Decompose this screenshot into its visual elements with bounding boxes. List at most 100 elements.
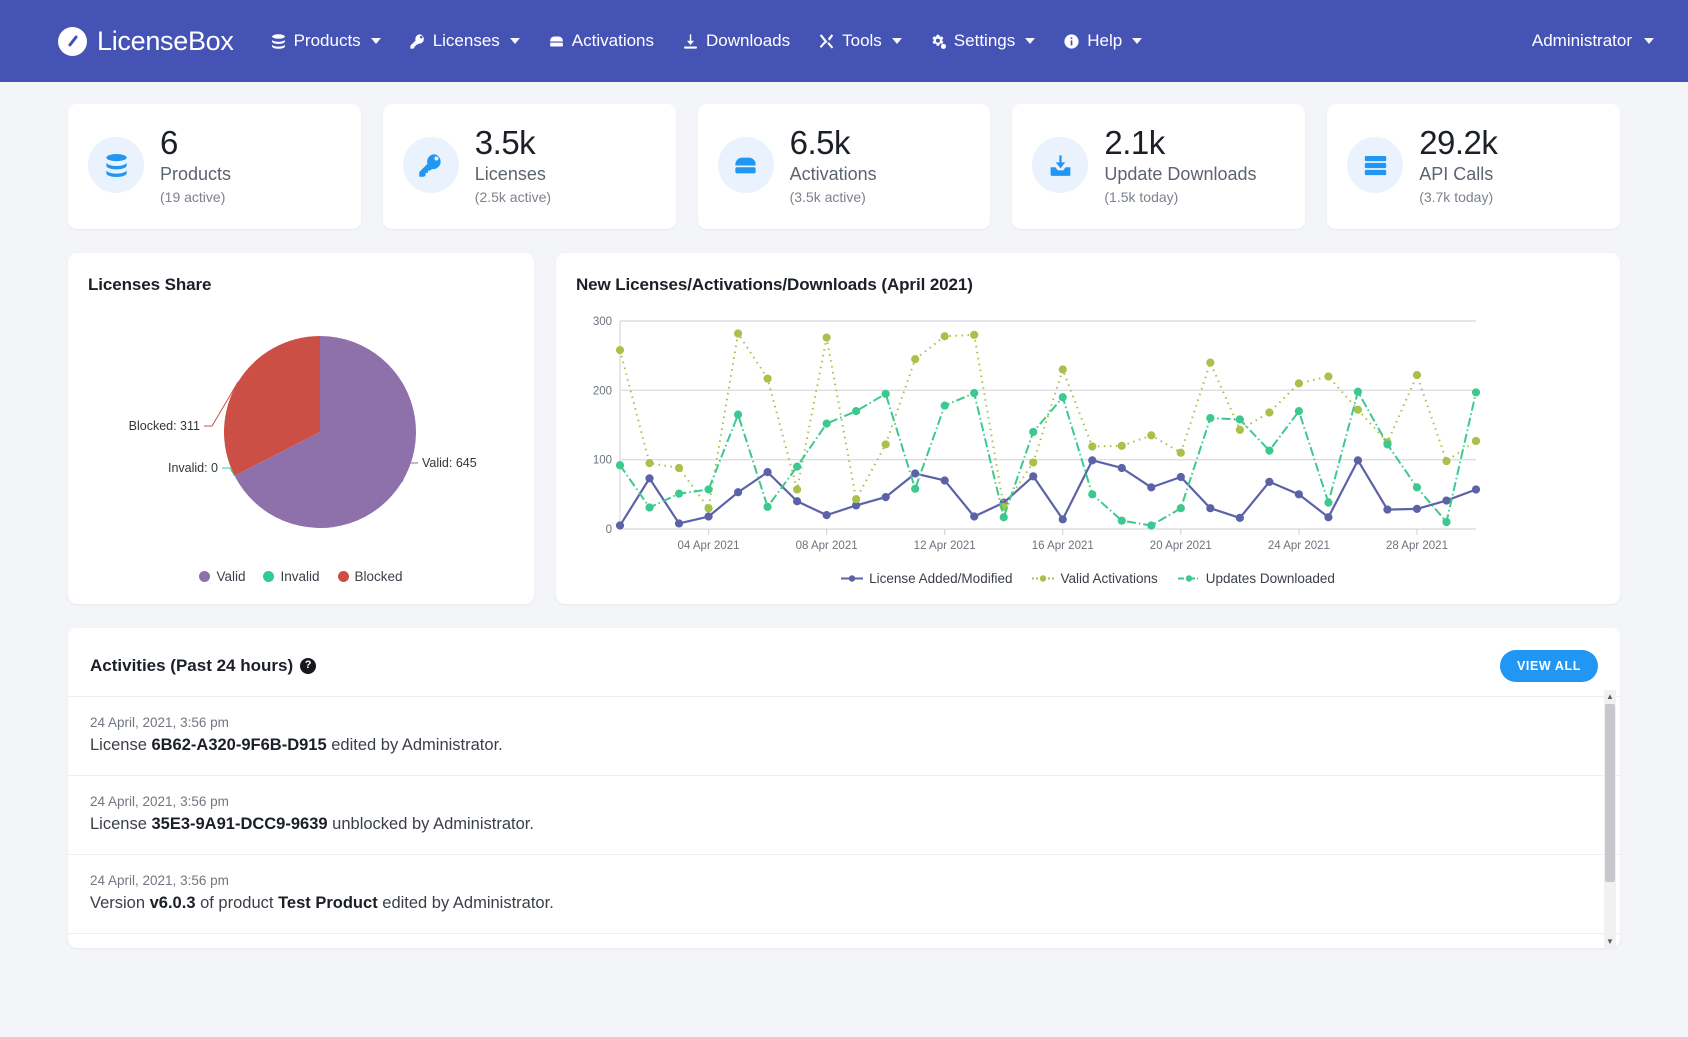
legend-item-blocked[interactable]: Blocked [337,568,403,584]
brand-logo-link[interactable]: LicenseBox [58,26,234,57]
stat-card-licenses[interactable]: 3.5k Licenses (2.5k active) [382,104,676,229]
svg-text:16 Apr 2021: 16 Apr 2021 [1032,540,1094,552]
svg-text:28 Apr 2021: 28 Apr 2021 [1386,540,1448,552]
page-body: 6 Products (19 active) 3.5k Licenses (2.… [0,82,1688,948]
nav-item-products[interactable]: Products [256,21,395,61]
line-chart-title: New Licenses/Activations/Downloads (Apri… [576,274,973,294]
legend-item-license-added-modified[interactable]: License Added/Modified [841,571,1012,586]
svg-text:24 Apr 2021: 24 Apr 2021 [1268,540,1330,552]
activity-timestamp: 24 April, 2021, 3:56 pm [90,872,229,888]
charts-row: Licenses Share Valid: 645 Invalid: 0 Block… [68,252,1620,604]
activity-text-pre: Version [90,893,150,912]
svg-text:08 Apr 2021: 08 Apr 2021 [796,540,858,552]
stat-value: 2.1k [1104,124,1165,161]
legend-item-invalid[interactable]: Invalid [263,568,320,584]
svg-text:04 Apr 2021: 04 Apr 2021 [678,540,740,552]
activity-text-pre: License [90,814,152,833]
stat-value: 29.2k [1419,124,1498,161]
activity-row[interactable]: 24 April, 2021, 3:56 pm Version v6.0.3 o… [68,855,1620,934]
stat-label: Update Downloads [1104,163,1257,184]
activities-scrollbar[interactable]: ▲ ▼ [1604,689,1616,948]
legend-label: License Added/Modified [869,570,1013,586]
stat-card-activations[interactable]: 6.5k Activations (3.5k active) [697,104,991,229]
stat-card-products[interactable]: 6 Products (19 active) [68,104,361,229]
activity-timestamp: 24 April, 2021, 3:56 pm [90,793,229,809]
chevron-down-icon [1132,38,1143,44]
stat-card-update-downloads[interactable]: 2.1k Update Downloads (1.5k today) [1012,104,1306,229]
activities-title: Activities (Past 24 hours) ? [90,656,317,676]
nav-label: Downloads [706,31,791,50]
activity-text: License 6B62-A320-9F6B-D915 edited by Ad… [90,736,1598,755]
stat-sublabel: (19 active) [160,188,226,205]
nav-label: Activations [571,31,654,50]
gears-icon [930,33,947,50]
nav-label: Tools [842,31,882,50]
legend-label: Invalid [280,568,320,584]
svg-text:100: 100 [593,454,612,466]
legend-label: Blocked [354,568,403,584]
pie-chart[interactable]: Valid: 645 Invalid: 0 Blocked: 311 [88,305,514,567]
key-icon [409,33,426,50]
question-mark-icon[interactable]: ? [300,657,317,674]
legend-line-icon [841,573,864,584]
scroll-down-arrow-icon[interactable]: ▼ [1604,935,1616,948]
nav-label: Settings [953,31,1016,50]
nav-item-tools[interactable]: Tools [804,21,916,61]
svg-text:300: 300 [593,316,612,328]
svg-text:Invalid: 0: Invalid: 0 [168,461,218,475]
svg-text:0: 0 [606,524,612,536]
stat-cards: 6 Products (19 active) 3.5k Licenses (2.… [68,104,1620,229]
activities-header: Activities (Past 24 hours) ? VIEW ALL [68,628,1620,696]
activities-list: 24 April, 2021, 3:56 pm License 6B62-A32… [68,695,1620,934]
activity-row[interactable]: 24 April, 2021, 3:56 pm License 35E3-9A9… [68,776,1620,855]
stat-sublabel: (2.5k active) [474,188,552,205]
svg-text:Blocked: 311: Blocked: 311 [129,419,200,433]
chevron-down-icon [509,38,520,44]
svg-text:20 Apr 2021: 20 Apr 2021 [1150,540,1212,552]
legend-line-icon [1032,573,1055,584]
activity-text: License 35E3-9A91-DCC9-9639 unblocked by… [90,815,1598,834]
scrollbar-thumb[interactable] [1605,703,1615,882]
stat-sublabel: (3.5k active) [789,188,866,205]
pie-chart-title: Licenses Share [88,274,212,294]
activity-text-highlight: 35E3-9A91-DCC9-9639 [151,814,328,833]
stat-sublabel: (1.5k today) [1104,188,1179,205]
activity-text-highlight: 6B62-A320-9F6B-D915 [151,735,327,754]
view-all-button[interactable]: VIEW ALL [1499,649,1598,682]
pie-legend: Valid Invalid Blocked [88,569,514,584]
stat-value: 6.5k [789,124,851,161]
download-icon [682,33,699,50]
nav-item-activations[interactable]: Activations [534,21,668,61]
svg-text:12 Apr 2021: 12 Apr 2021 [914,540,976,552]
line-chart-svg: 0 100 200 300 04 Apr 2021 08 Apr 2021 12 Apr 2… [593,316,1481,552]
licenses-share-card: Licenses Share Valid: 645 Invalid: 0 Block… [68,252,534,604]
nav-item-downloads[interactable]: Downloads [668,21,804,61]
legend-label: Updates Downloaded [1205,570,1335,586]
legend-item-updates-downloaded[interactable]: Updates Downloaded [1177,570,1335,586]
stat-card-api-calls[interactable]: 29.2k API Calls (3.7k today) [1327,104,1620,229]
info-icon [1063,33,1080,50]
activities-card: Activities (Past 24 hours) ? VIEW ALL 24… [68,627,1620,948]
server-icon [548,33,565,50]
nav-label: Help [1087,31,1123,50]
stat-value: 6 [160,124,178,161]
stat-label: API Calls [1419,163,1494,184]
legend-item-valid-activations[interactable]: Valid Activations [1032,570,1158,586]
stat-label: Licenses [474,163,546,184]
legend-label: Valid Activations [1060,570,1158,586]
download-box-icon [1032,137,1089,194]
stat-label: Products [160,163,232,184]
chevron-down-icon [891,38,902,44]
new-licenses-chart-card: New Licenses/Activations/Downloads (Apri… [556,252,1620,604]
line-chart[interactable]: 0 100 200 300 04 Apr 2021 08 Apr 2021 12 Apr 2… [576,307,1600,569]
user-menu[interactable]: Administrator [1532,31,1654,51]
nav-item-licenses[interactable]: Licenses [395,21,534,61]
activity-row[interactable]: 24 April, 2021, 3:56 pm License 6B62-A32… [68,697,1620,776]
scroll-up-arrow-icon[interactable]: ▲ [1604,690,1616,703]
legend-item-valid[interactable]: Valid [199,569,245,584]
tools-icon [818,33,835,50]
activity-timestamp: 24 April, 2021, 3:56 pm [90,714,229,730]
legend-swatch-icon [337,570,349,582]
nav-item-settings[interactable]: Settings [916,21,1049,61]
nav-item-help[interactable]: Help [1049,21,1156,61]
